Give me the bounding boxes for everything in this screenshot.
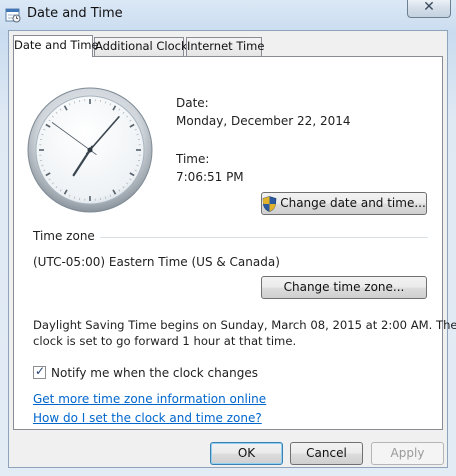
notify-checkbox[interactable]: ✓ xyxy=(33,364,46,379)
time-label: Time: xyxy=(176,152,210,166)
cancel-label: Cancel xyxy=(306,446,347,460)
change-date-time-label: Change date and time... xyxy=(280,196,426,210)
how-to-set-clock-link[interactable]: How do I set the clock and time zone? xyxy=(33,411,262,425)
calendar-clock-icon xyxy=(5,8,21,23)
apply-label: Apply xyxy=(390,446,425,460)
analog-clock xyxy=(27,87,153,213)
close-icon: ✕ xyxy=(423,0,435,15)
tab-additional-clocks[interactable]: Additional Clocks xyxy=(94,37,194,56)
window-title: Date and Time xyxy=(27,6,123,21)
tab-label: Additional Clocks xyxy=(95,39,194,53)
time-zone-value: (UTC-05:00) Eastern Time (US & Canada) xyxy=(33,255,280,269)
change-time-zone-label: Change time zone... xyxy=(283,280,405,294)
dst-info-line-2: clock is set to go forward 1 hour at tha… xyxy=(33,334,297,348)
ok-button[interactable]: OK xyxy=(210,442,283,465)
title-bar[interactable]: Date and Time ✕ xyxy=(0,0,456,30)
tab-label: Internet Time xyxy=(187,39,265,53)
notify-label[interactable]: Notify me when the clock changes xyxy=(51,366,258,380)
date-label: Date: xyxy=(176,96,209,110)
time-value: 7:06:51 PM xyxy=(176,170,244,184)
cancel-button[interactable]: Cancel xyxy=(290,442,363,465)
ok-label: OK xyxy=(237,446,256,460)
time-zone-info-link[interactable]: Get more time zone information online xyxy=(33,392,266,406)
apply-button: Apply xyxy=(371,442,444,465)
tab-date-and-time[interactable]: Date and Time xyxy=(13,35,99,57)
tab-internet-time[interactable]: Internet Time xyxy=(186,37,265,56)
checkmark-icon: ✓ xyxy=(35,364,46,378)
date-time-window: Date and Time ✕ Date and Time Additional… xyxy=(0,0,456,476)
dst-info-line-1: Daylight Saving Time begins on Sunday, M… xyxy=(33,318,456,332)
time-zone-section-label: Time zone xyxy=(33,229,95,243)
close-button[interactable]: ✕ xyxy=(407,0,451,18)
tab-label: Date and Time xyxy=(14,38,99,52)
change-date-time-button[interactable]: Change date and time... xyxy=(261,192,427,215)
clock-center xyxy=(87,147,93,153)
date-value: Monday, December 22, 2014 xyxy=(176,114,351,128)
uac-shield-icon xyxy=(262,195,277,212)
section-divider xyxy=(100,237,428,238)
change-time-zone-button[interactable]: Change time zone... xyxy=(261,276,427,299)
